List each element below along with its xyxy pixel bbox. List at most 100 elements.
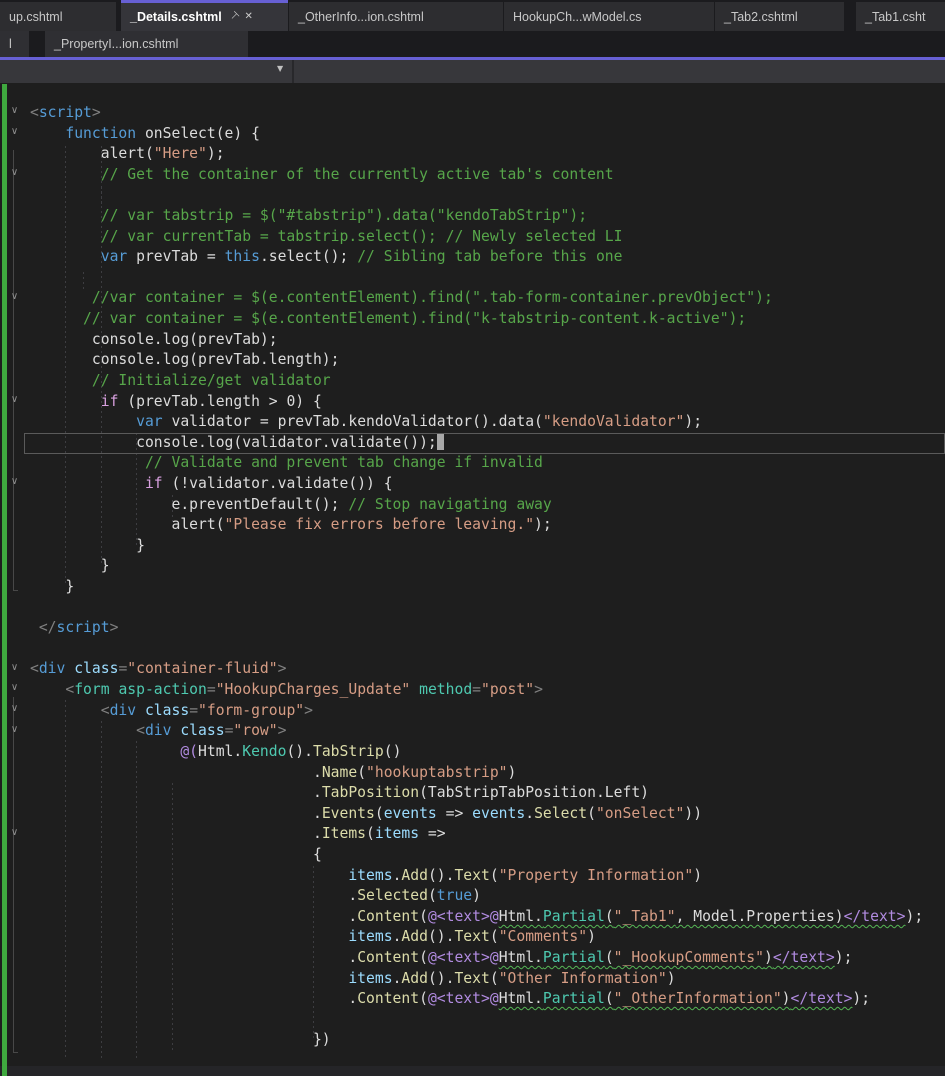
fold-chevron-icon[interactable]: ∨ <box>7 167 22 178</box>
code-line[interactable]: if (!validator.validate()) { <box>30 474 923 495</box>
fold-chevron-icon[interactable]: ∨ <box>7 126 22 137</box>
code-line[interactable]: if (prevTab.length > 0) { <box>30 392 923 413</box>
fold-chevron-icon[interactable]: ∨ <box>7 703 22 714</box>
code-token: ); <box>834 948 853 966</box>
code-token: console.log(prevTab.length); <box>30 351 340 369</box>
code-line[interactable]: @(Html.Kendo().TabStrip() <box>30 742 923 763</box>
code-line[interactable]: console.log(prevTab); <box>30 330 923 351</box>
code-line[interactable]: // Validate and prevent tab change if in… <box>30 453 923 474</box>
fold-chevron-icon[interactable]: ∨ <box>7 662 22 673</box>
code-line[interactable]: .TabPosition(TabStripTabPosition.Left) <box>30 783 923 804</box>
code-token: (TabStripTabPosition.Left) <box>419 784 650 802</box>
editor-tab[interactable]: l <box>0 31 29 57</box>
code-line[interactable]: // Get the container of the currently ac… <box>30 165 923 186</box>
code-token: Partial <box>542 907 605 925</box>
code-line[interactable]: .Selected(true) <box>30 886 923 907</box>
code-line[interactable]: alert("Please fix errors before leaving.… <box>30 515 923 536</box>
close-icon[interactable]: ✕ <box>244 12 252 22</box>
code-line[interactable] <box>30 639 923 660</box>
fold-chevron-icon[interactable]: ∨ <box>7 724 22 735</box>
code-token: (!validator.validate()) { <box>162 474 393 492</box>
code-line[interactable]: console.log(prevTab.length); <box>30 350 923 371</box>
chevron-down-icon[interactable]: ▼ <box>277 64 283 73</box>
code-line[interactable]: .Items(items => <box>30 824 923 845</box>
tab-label: _Tab2.cshtml <box>724 9 798 24</box>
code-token: ( <box>366 825 375 843</box>
code-token: items <box>374 825 420 843</box>
editor-tab[interactable]: _Tab1.csht <box>856 2 945 31</box>
code-token: . <box>30 784 322 802</box>
editor-tab[interactable]: _OtherInfo...ion.cshtml <box>289 2 503 31</box>
code-token: var <box>136 413 163 431</box>
code-line[interactable]: <div class="form-group"> <box>30 701 923 722</box>
code-line[interactable]: } <box>30 536 923 557</box>
code-line[interactable]: <div class="container-fluid"> <box>30 659 923 680</box>
code-token: Items <box>321 825 367 843</box>
code-line[interactable]: // Initialize/get validator <box>30 371 923 392</box>
code-line[interactable]: items.Add().Text("Property Information") <box>30 866 923 887</box>
code-line[interactable]: items.Add().Text("Comments") <box>30 927 923 948</box>
code-line[interactable]: .Events(events => events.Select("onSelec… <box>30 804 923 825</box>
code-line[interactable]: </script> <box>30 618 923 639</box>
code-token: () <box>383 742 402 760</box>
code-token: TabPosition <box>321 784 420 802</box>
editor-tab[interactable]: _PropertyI...ion.cshtml <box>45 31 248 57</box>
editor-tab[interactable]: _Details.cshtml ⊤ ✕ <box>121 0 288 31</box>
code-line[interactable]: } <box>30 577 923 598</box>
code-line[interactable]: { <box>30 845 923 866</box>
code-token: Partial <box>542 948 605 966</box>
code-token: alert( <box>30 145 154 163</box>
horizontal-scrollbar[interactable] <box>0 1066 945 1076</box>
code-line[interactable]: var validator = prevTab.kendoValidator()… <box>30 412 923 433</box>
code-token: "_HookupComments" <box>613 948 764 966</box>
code-line[interactable]: <form asp-action="HookupCharges_Update" … <box>30 680 923 701</box>
code-line[interactable] <box>30 268 923 289</box>
code-token: div <box>144 722 172 740</box>
code-line[interactable] <box>30 1010 923 1031</box>
code-token: items <box>348 866 393 884</box>
code-line[interactable] <box>30 185 923 206</box>
code-token: Content <box>357 990 420 1008</box>
code-line[interactable]: alert("Here"); <box>30 144 923 165</box>
code-line[interactable]: } <box>30 556 923 577</box>
code-token: "Property Information" <box>498 866 694 884</box>
fold-chevron-icon[interactable]: ∨ <box>7 291 22 302</box>
code-line[interactable]: <script> <box>30 103 923 124</box>
code-line[interactable]: .Name("hookuptabstrip") <box>30 763 923 784</box>
fold-chevron-icon[interactable]: ∨ <box>7 476 22 487</box>
editor-tab[interactable]: _Tab2.cshtml <box>715 2 844 31</box>
code-line[interactable]: console.log(validator.validate()); <box>30 433 923 454</box>
code-pane[interactable]: <script> function onSelect(e) { alert("H… <box>30 103 923 1051</box>
vs-editor-window: up.cshtml _Details.cshtml ⊤ ✕ _OtherInfo...i… <box>0 0 945 1076</box>
code-line[interactable]: //var container = $(e.contentElement).fi… <box>30 288 923 309</box>
code-line[interactable]: <div class="row"> <box>30 721 923 742</box>
code-line[interactable]: // var container = $(e.contentElement).f… <box>30 309 923 330</box>
fold-chevron-icon[interactable]: ∨ <box>7 105 22 116</box>
code-line[interactable]: var prevTab = this.select(); // Sibling … <box>30 247 923 268</box>
code-token: "row" <box>233 722 278 740</box>
navigation-bar[interactable] <box>0 60 945 83</box>
code-token: ) <box>693 866 703 884</box>
code-line[interactable] <box>30 598 923 619</box>
pin-icon[interactable]: ⊤ <box>226 10 240 24</box>
code-line[interactable]: .Content(@<text>@Html.Partial("_HookupCo… <box>30 948 923 969</box>
editor-tab[interactable]: HookupCh...wModel.cs <box>504 2 714 31</box>
fold-chevron-icon[interactable]: ∨ <box>7 827 22 838</box>
code-line[interactable]: // var tabstrip = $("#tabstrip").data("k… <box>30 206 923 227</box>
editor-tab[interactable]: up.cshtml <box>0 2 116 31</box>
code-line[interactable]: e.preventDefault(); // Stop navigating a… <box>30 495 923 516</box>
code-line[interactable]: .Content(@<text>@Html.Partial("_Tab1", M… <box>30 907 923 928</box>
code-line[interactable]: function onSelect(e) { <box>30 124 923 145</box>
code-line[interactable]: }) <box>30 1030 923 1051</box>
fold-chevron-icon[interactable]: ∨ <box>7 682 22 693</box>
outline-guide-line <box>13 150 14 590</box>
fold-chevron-icon[interactable]: ∨ <box>7 394 22 405</box>
code-line[interactable]: // var currentTab = tabstrip.select(); /… <box>30 227 923 248</box>
code-token: Add <box>401 969 428 987</box>
code-token: // Sibling tab before this one <box>357 248 623 266</box>
code-line[interactable]: items.Add().Text("Other Information") <box>30 969 923 990</box>
code-token: "_OtherInformation" <box>613 990 782 1008</box>
outline-guide-tick <box>13 590 18 591</box>
code-line[interactable]: .Content(@<text>@Html.Partial("_OtherInf… <box>30 989 923 1010</box>
